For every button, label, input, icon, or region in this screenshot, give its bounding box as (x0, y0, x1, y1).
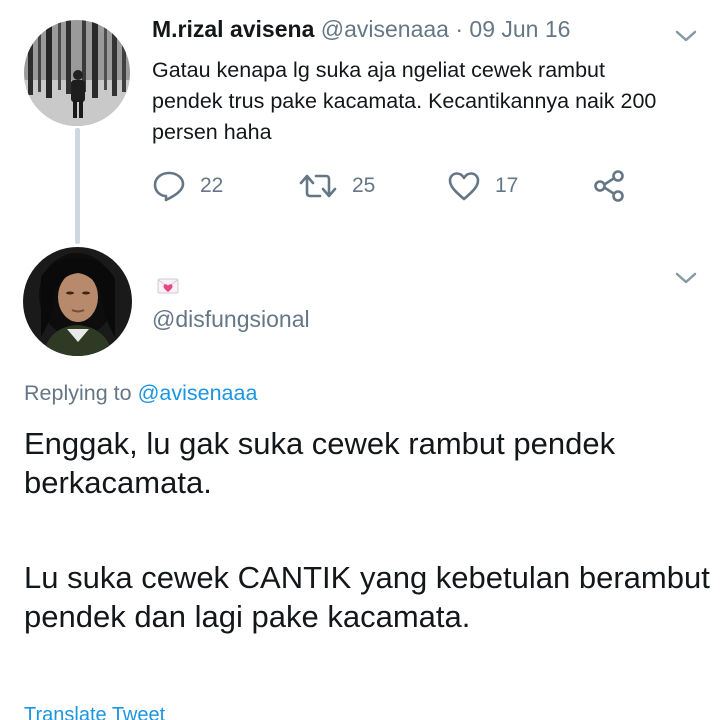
reply-count: 22 (200, 174, 224, 197)
heart-envelope-emoji-icon (157, 278, 179, 294)
tweet-date[interactable]: 09 Jun 16 (469, 16, 570, 42)
like-count: 17 (495, 174, 519, 197)
tweet-text: Gatau kenapa lg suka aja ngeliat cewek r… (152, 58, 657, 144)
avatar-avisenaaa[interactable] (24, 20, 130, 126)
chevron-down-icon[interactable] (674, 270, 698, 286)
reply-text-paragraph-2: Lu suka cewek CANTIK yang kebetulan bera… (24, 560, 710, 634)
header-separator: · (455, 16, 464, 42)
tweet-header: M.rizal avisena @avisenaaa · 09 Jun 16 (152, 14, 570, 44)
heart-icon (448, 172, 480, 201)
reply-author-handle[interactable]: @disfungsional (152, 306, 310, 333)
share-icon (594, 170, 624, 202)
thread-connector-line (75, 128, 80, 244)
author-name[interactable]: M.rizal avisena (152, 16, 314, 42)
author-handle[interactable]: @avisenaaa (321, 16, 449, 42)
replying-to-prefix: Replying to (24, 381, 132, 405)
reply-icon (153, 171, 185, 202)
retweet-icon (299, 174, 337, 198)
avatar-photo-woman (23, 247, 132, 356)
tweet-action-bar: 22 25 17 (152, 168, 672, 204)
like-button[interactable]: 17 (447, 168, 518, 204)
retweet-count: 25 (352, 174, 376, 197)
translate-tweet-link[interactable]: Translate Tweet (24, 704, 165, 720)
replying-to-line: Replying to @avisenaaa (24, 381, 257, 406)
replying-to-mention-link[interactable]: @avisenaaa (138, 381, 258, 405)
share-button[interactable] (592, 168, 626, 204)
retweet-button[interactable]: 25 (298, 168, 375, 204)
chevron-down-icon[interactable] (674, 28, 698, 44)
reply-button[interactable]: 22 (152, 168, 223, 204)
reply-text-paragraph-1: Enggak, lu gak suka cewek rambut pendek … (24, 426, 616, 500)
avatar-disfungsional[interactable] (23, 247, 132, 356)
avatar-photo-forest (24, 20, 130, 126)
